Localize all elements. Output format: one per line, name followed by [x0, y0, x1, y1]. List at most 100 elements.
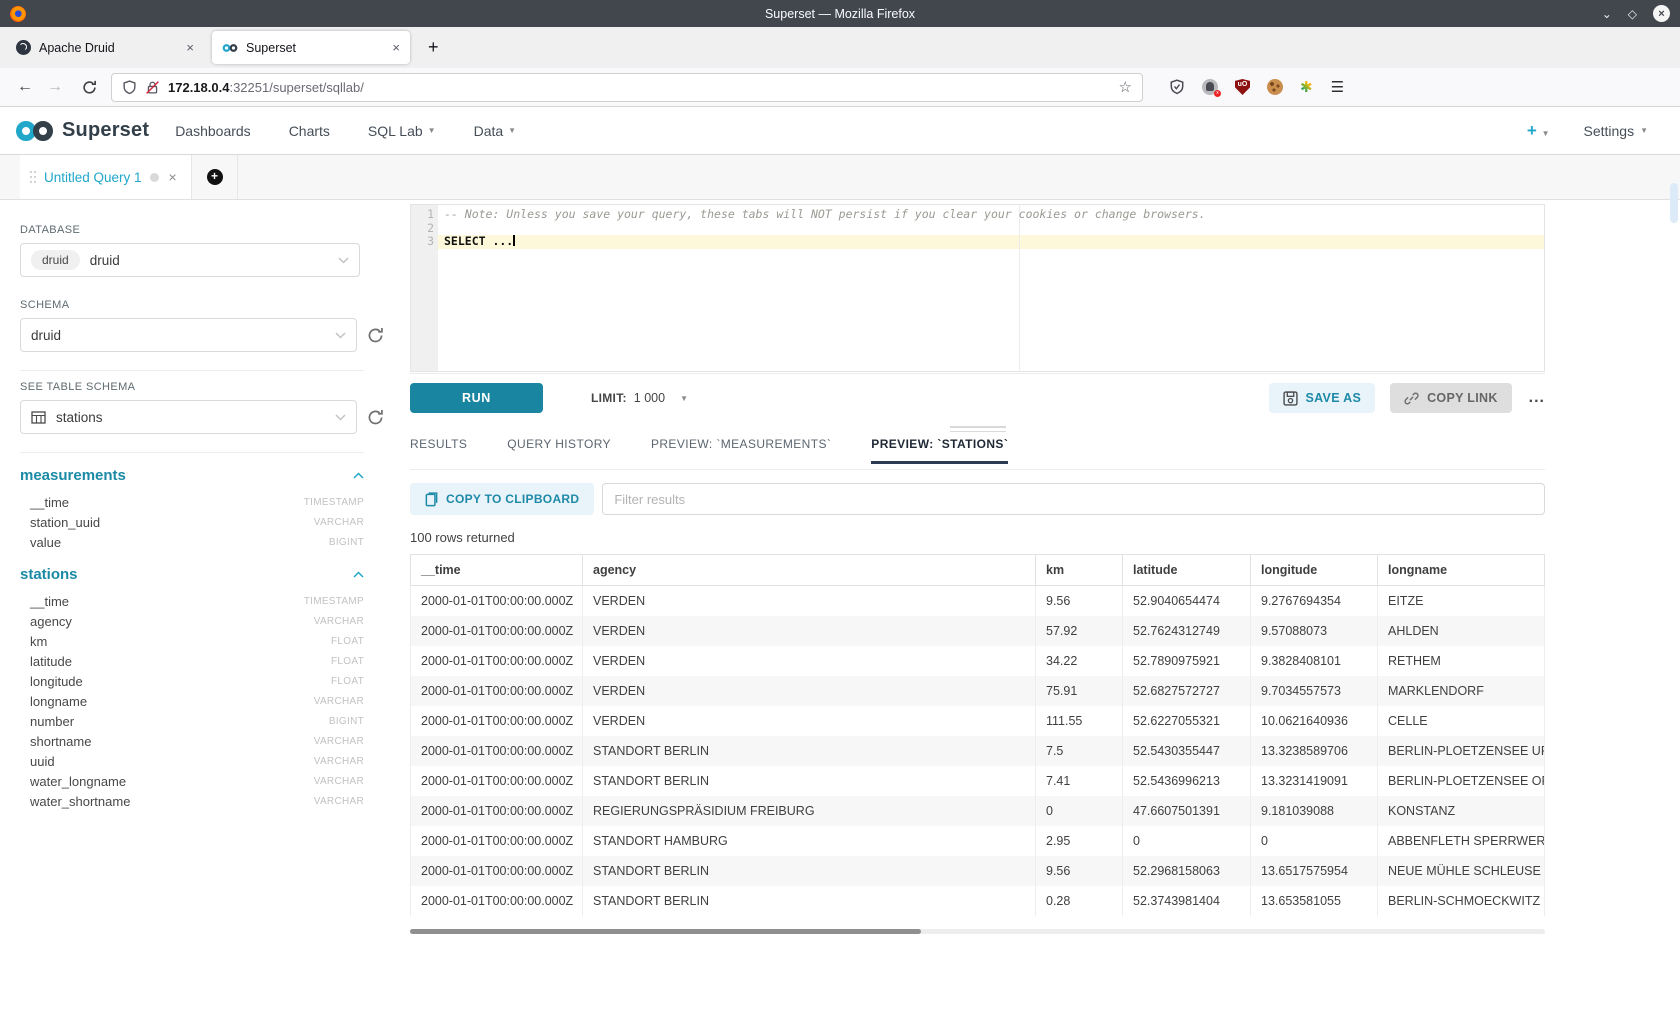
nav-dashboards[interactable]: Dashboards [175, 123, 251, 139]
tab-results[interactable]: RESULTS [410, 437, 467, 463]
tab-close-icon[interactable]: × [392, 40, 400, 55]
collapse-chevron-icon[interactable] [353, 571, 364, 578]
sql-editor[interactable]: 1 2 3 -- Note: Unless you save your quer… [410, 204, 1545, 372]
column-header[interactable]: latitude [1123, 555, 1251, 586]
superset-brand[interactable]: Superset [14, 119, 149, 142]
filter-results-input[interactable] [602, 483, 1545, 515]
cell-km: 9.56 [1036, 856, 1123, 886]
window-restore-icon[interactable]: ◇ [1628, 7, 1637, 21]
column-name: number [30, 714, 74, 729]
column-header[interactable]: __time [411, 555, 583, 586]
browser-new-tab-button[interactable]: + [418, 37, 449, 58]
tab-query-history[interactable]: QUERY HISTORY [507, 437, 611, 463]
collapse-chevron-icon[interactable] [353, 472, 364, 479]
tab-preview-stations[interactable]: PREVIEW: `STATIONS` [871, 437, 1008, 463]
column-type: BIGINT [329, 716, 364, 727]
table-row[interactable]: 2000-01-01T00:00:00.000Z STANDORT HAMBUR… [411, 826, 1545, 856]
table-row[interactable]: 2000-01-01T00:00:00.000Z REGIERUNGSPRÄSI… [411, 796, 1545, 826]
page-scrollbar-thumb[interactable] [1670, 183, 1678, 223]
nav-charts[interactable]: Charts [289, 123, 330, 139]
cell-longitude: 9.57088073 [1251, 616, 1378, 646]
cell-agency: STANDORT BERLIN [583, 736, 1036, 766]
table-select[interactable]: stations [20, 400, 357, 434]
asterisk-extension-icon[interactable]: ✱ [1300, 78, 1313, 96]
column-name: water_shortname [30, 794, 130, 809]
insecure-lock-icon[interactable] [145, 80, 160, 95]
table-row[interactable]: 2000-01-01T00:00:00.000Z STANDORT BERLIN… [411, 766, 1545, 796]
table-row[interactable]: 2000-01-01T00:00:00.000Z VERDEN 57.92 52… [411, 616, 1545, 646]
column-header[interactable]: agency [583, 555, 1036, 586]
table-row[interactable]: 2000-01-01T00:00:00.000Z STANDORT BERLIN… [411, 886, 1545, 916]
column-name: latitude [30, 654, 72, 669]
cell-longname: RETHEM [1378, 646, 1545, 676]
copy-link-button[interactable]: COPY LINK [1390, 383, 1512, 413]
pane-resize-divider[interactable] [410, 422, 1545, 437]
refresh-schema-icon[interactable] [367, 327, 384, 344]
drag-handle-icon[interactable] [30, 171, 32, 173]
resize-handle-icon[interactable] [950, 426, 1006, 435]
save-as-button[interactable]: SAVE AS [1269, 383, 1376, 413]
table-name[interactable]: stations [20, 566, 78, 583]
tracking-shield-icon[interactable] [122, 80, 137, 95]
limit-control[interactable]: LIMIT: 1 000 ▼ [591, 391, 688, 405]
column-row: longitude FLOAT [20, 671, 364, 691]
cell-agency: STANDORT BERLIN [583, 856, 1036, 886]
column-type: TIMESTAMP [304, 596, 364, 607]
browser-tab-superset[interactable]: Superset × [212, 31, 410, 64]
profile-extension-icon[interactable]: x [1202, 79, 1218, 95]
cell-longname: KONSTANZ [1378, 796, 1545, 826]
column-name: station_uuid [30, 515, 100, 530]
reload-icon[interactable] [82, 80, 97, 95]
url-bar[interactable]: 172.18.0.4 :32251/superset/sqllab/ ☆ [111, 73, 1143, 102]
table-row[interactable]: 2000-01-01T00:00:00.000Z VERDEN 75.91 52… [411, 676, 1545, 706]
column-header[interactable]: longitude [1251, 555, 1378, 586]
copy-to-clipboard-button[interactable]: COPY TO CLIPBOARD [410, 483, 594, 515]
column-header[interactable]: longname [1378, 555, 1545, 586]
cell-time: 2000-01-01T00:00:00.000Z [411, 676, 583, 706]
tab-close-icon[interactable]: × [186, 40, 194, 55]
more-options-icon[interactable]: ... [1529, 389, 1545, 407]
table-row[interactable]: 2000-01-01T00:00:00.000Z VERDEN 34.22 52… [411, 646, 1545, 676]
window-close-icon[interactable]: × [1653, 5, 1670, 22]
add-query-tab[interactable]: + [192, 155, 238, 199]
window-minimize-icon[interactable]: ⌄ [1602, 7, 1612, 21]
table-row[interactable]: 2000-01-01T00:00:00.000Z VERDEN 9.56 52.… [411, 586, 1545, 616]
query-tab-untitled-1[interactable]: Untitled Query 1 × [20, 155, 192, 199]
refresh-table-icon[interactable] [367, 409, 384, 426]
bookmark-star-icon[interactable]: ☆ [1119, 78, 1132, 96]
browser-menu-icon[interactable]: ☰ [1331, 78, 1344, 96]
cell-agency: VERDEN [583, 616, 1036, 646]
run-button[interactable]: RUN [410, 383, 543, 413]
back-button[interactable]: ← [10, 78, 40, 96]
cell-km: 7.41 [1036, 766, 1123, 796]
new-item-button[interactable]: + ▼ [1527, 121, 1550, 141]
table-name[interactable]: measurements [20, 467, 126, 484]
druid-favicon [16, 40, 31, 55]
url-path: :32251/superset/sqllab/ [229, 80, 363, 95]
scrollbar-thumb[interactable] [410, 929, 921, 934]
nav-sql-lab[interactable]: SQL Lab▼ [368, 123, 436, 139]
schema-select[interactable]: druid [20, 318, 357, 352]
cell-time: 2000-01-01T00:00:00.000Z [411, 646, 583, 676]
browser-tab-title: Superset [246, 41, 296, 55]
extension-shield-icon[interactable] [1169, 79, 1185, 95]
table-row[interactable]: 2000-01-01T00:00:00.000Z VERDEN 111.55 5… [411, 706, 1545, 736]
database-select[interactable]: druid druid [20, 243, 360, 277]
settings-menu[interactable]: Settings▼ [1583, 123, 1648, 139]
nav-data[interactable]: Data▼ [474, 123, 517, 139]
cookie-extension-icon[interactable] [1267, 79, 1283, 95]
cell-km: 9.56 [1036, 586, 1123, 616]
line-number-gutter: 1 2 3 [411, 205, 438, 371]
browser-tab-apache-druid[interactable]: Apache Druid × [6, 31, 204, 64]
horizontal-scrollbar[interactable] [410, 929, 1545, 934]
query-tab-close-icon[interactable]: × [169, 169, 177, 185]
ublock-icon[interactable] [1235, 79, 1250, 95]
table-row[interactable]: 2000-01-01T00:00:00.000Z STANDORT BERLIN… [411, 736, 1545, 766]
cell-km: 0.28 [1036, 886, 1123, 916]
table-row[interactable]: 2000-01-01T00:00:00.000Z STANDORT BERLIN… [411, 856, 1545, 886]
column-header[interactable]: km [1036, 555, 1123, 586]
forward-button[interactable]: → [40, 78, 70, 96]
tab-preview-measurements[interactable]: PREVIEW: `MEASUREMENTS` [651, 437, 831, 463]
results-table: __timeagencykmlatitudelongitudelongname … [410, 554, 1545, 916]
cell-km: 75.91 [1036, 676, 1123, 706]
